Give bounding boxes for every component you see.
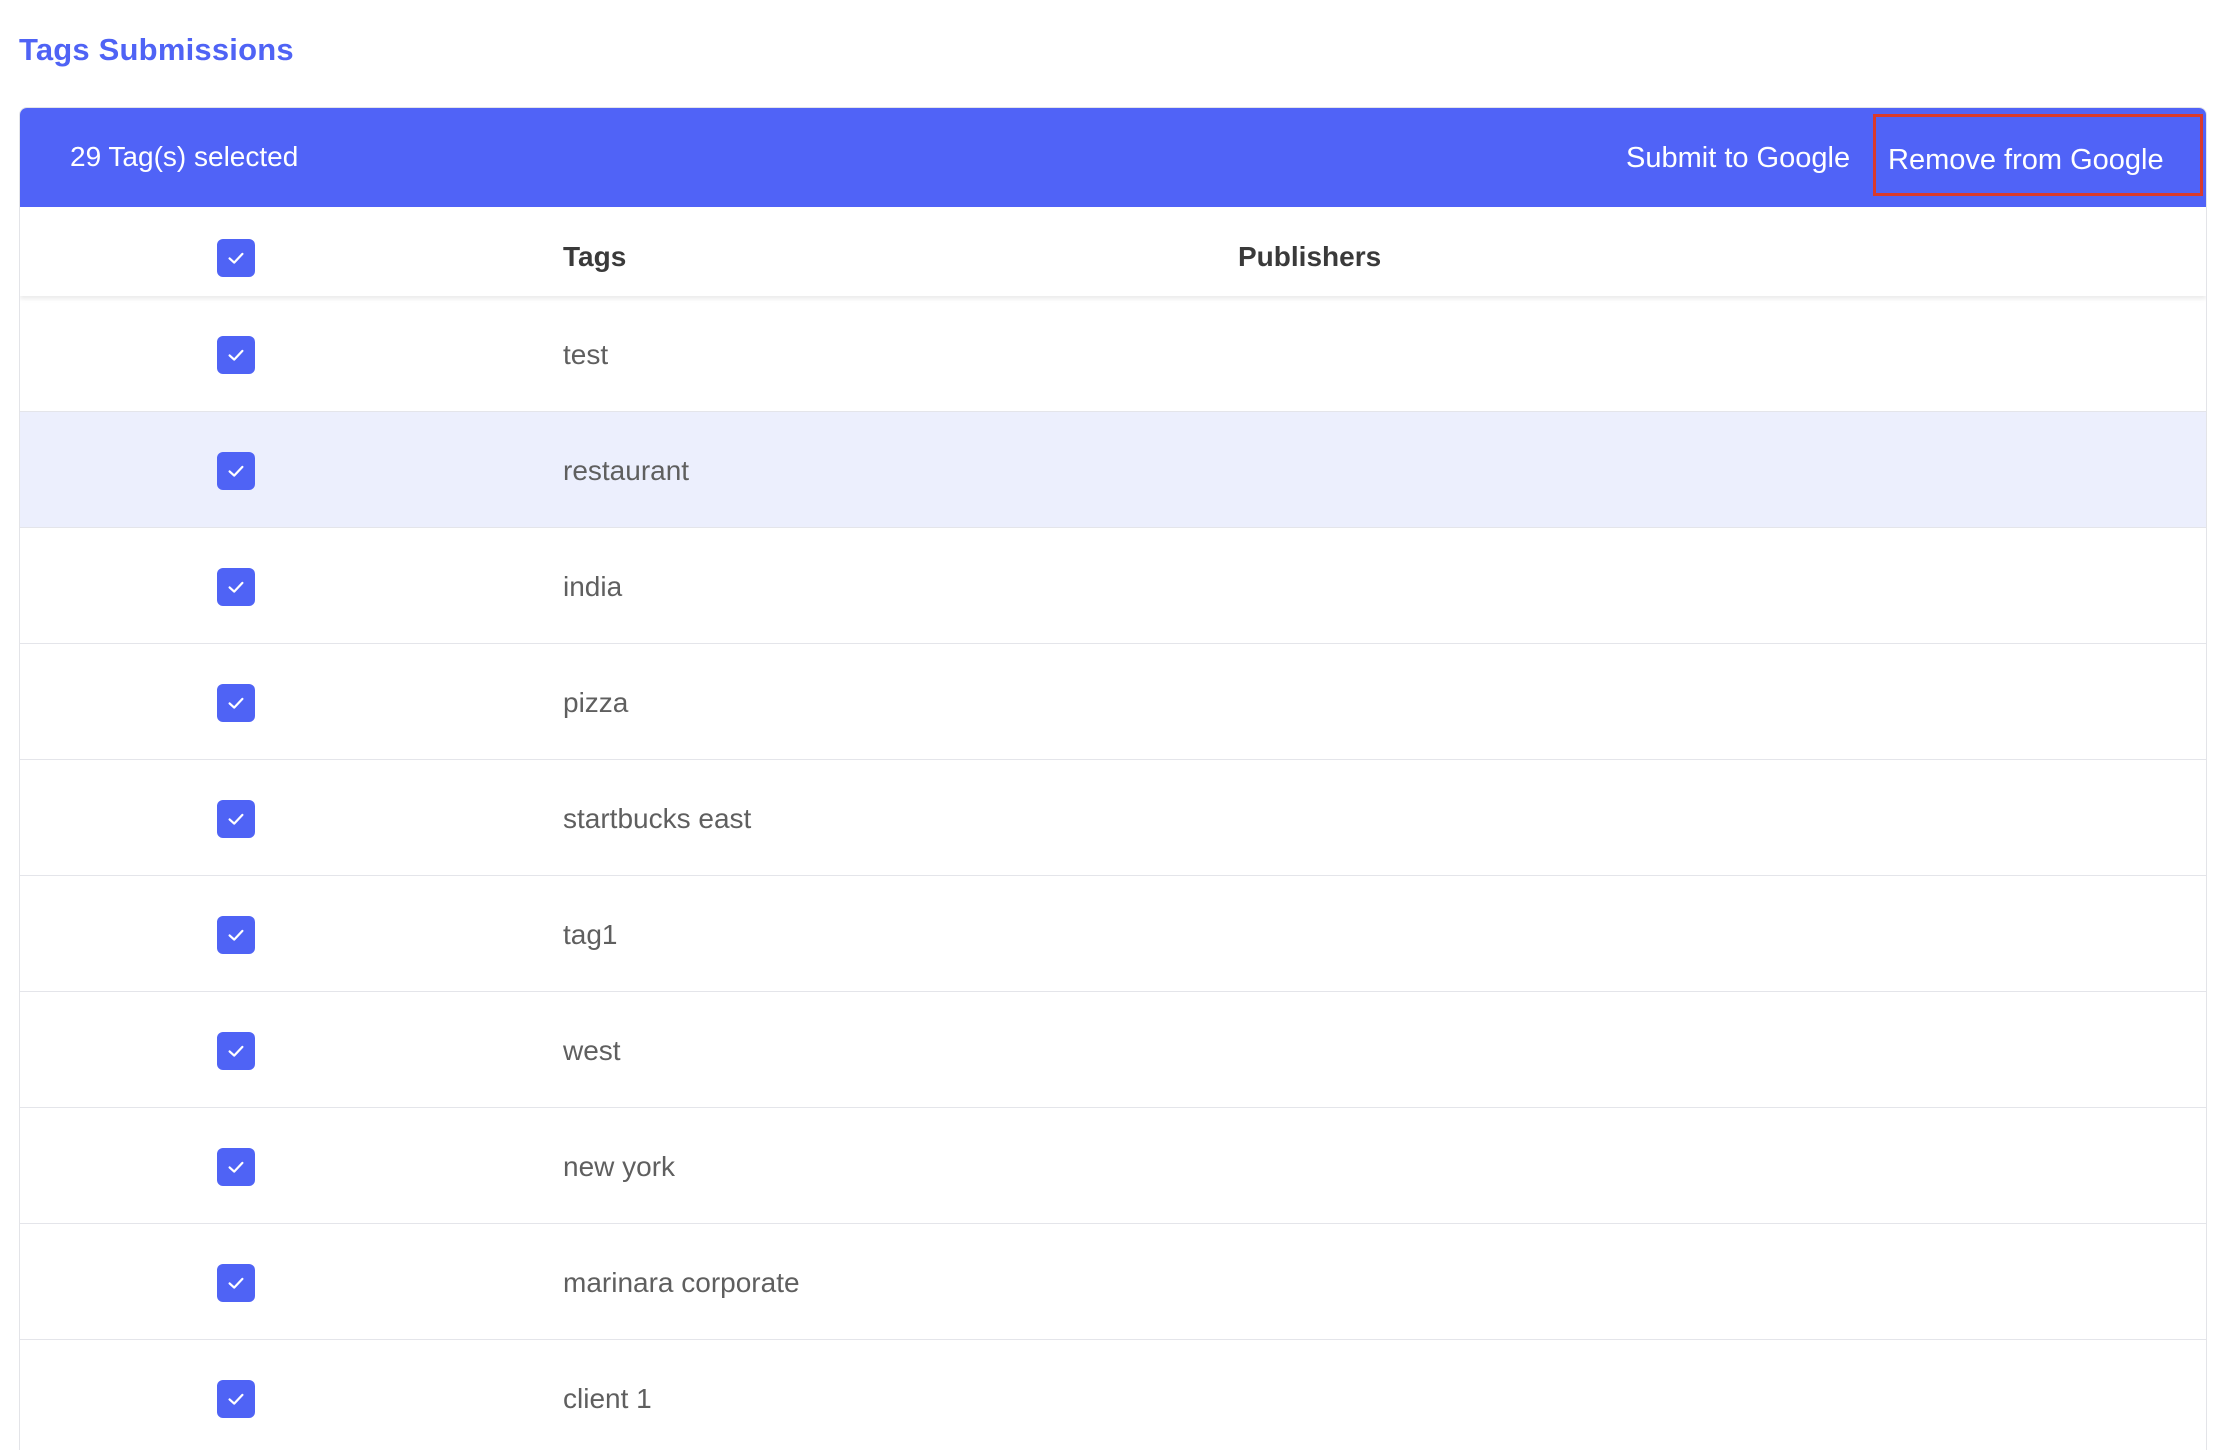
tag-cell: india — [563, 571, 623, 602]
submit-to-google-button[interactable]: Submit to Google — [1626, 142, 1850, 175]
tag-cell: tag1 — [563, 919, 618, 950]
checkmark-icon — [228, 1277, 244, 1289]
page: Tags Submissions 29 Tag(s) selected Subm… — [0, 0, 2226, 1450]
checkmark-icon — [228, 252, 244, 264]
column-header-tags[interactable]: Tags — [563, 241, 626, 273]
table-row[interactable]: test — [20, 296, 2206, 412]
table-row[interactable]: india — [20, 528, 2206, 644]
checkmark-icon — [228, 1045, 244, 1057]
row-checkbox[interactable] — [217, 1380, 255, 1418]
row-checkbox[interactable] — [217, 1032, 255, 1070]
checkmark-icon — [228, 697, 244, 709]
checkmark-icon — [228, 813, 244, 825]
tag-cell: pizza — [563, 687, 629, 718]
select-all-checkbox[interactable] — [217, 239, 255, 277]
table-header: Tags Publishers — [20, 207, 2206, 296]
table-row[interactable]: startbucks east — [20, 760, 2206, 876]
checkmark-icon — [228, 581, 244, 593]
table-row[interactable]: client 1 — [20, 1340, 2206, 1450]
checkmark-icon — [228, 465, 244, 477]
row-checkbox[interactable] — [217, 568, 255, 606]
tag-cell: new york — [563, 1151, 676, 1182]
page-title: Tags Submissions — [19, 32, 294, 67]
checkmark-icon — [228, 1161, 244, 1173]
checkmark-icon — [228, 1393, 244, 1405]
row-checkbox[interactable] — [217, 916, 255, 954]
tag-cell: test — [563, 339, 609, 370]
table-row[interactable]: restaurant — [20, 412, 2206, 528]
tag-cell: client 1 — [563, 1383, 652, 1414]
tag-cell: startbucks east — [563, 803, 752, 834]
row-checkbox[interactable] — [217, 1264, 255, 1302]
row-checkbox[interactable] — [217, 1148, 255, 1186]
row-checkbox[interactable] — [217, 336, 255, 374]
tag-cell: restaurant — [563, 455, 690, 486]
row-checkbox[interactable] — [217, 684, 255, 722]
tag-cell: west — [563, 1035, 621, 1066]
tags-table-card: 29 Tag(s) selected Submit to Google Remo… — [19, 107, 2207, 1450]
row-checkbox[interactable] — [217, 800, 255, 838]
table-row[interactable]: new york — [20, 1108, 2206, 1224]
remove-from-google-button[interactable]: Remove from Google — [1873, 114, 2203, 196]
row-checkbox[interactable] — [217, 452, 255, 490]
tag-cell: marinara corporate — [563, 1267, 800, 1298]
checkmark-icon — [228, 929, 244, 941]
table-row[interactable]: west — [20, 992, 2206, 1108]
table-row[interactable]: tag1 — [20, 876, 2206, 992]
table-row[interactable]: pizza — [20, 644, 2206, 760]
selected-count: 29 Tag(s) selected — [70, 141, 299, 172]
column-header-publishers[interactable]: Publishers — [1238, 241, 1381, 273]
table-row[interactable]: marinara corporate — [20, 1224, 2206, 1340]
checkmark-icon — [228, 349, 244, 361]
selection-action-bar: 29 Tag(s) selected Submit to Google Remo… — [20, 108, 2206, 207]
